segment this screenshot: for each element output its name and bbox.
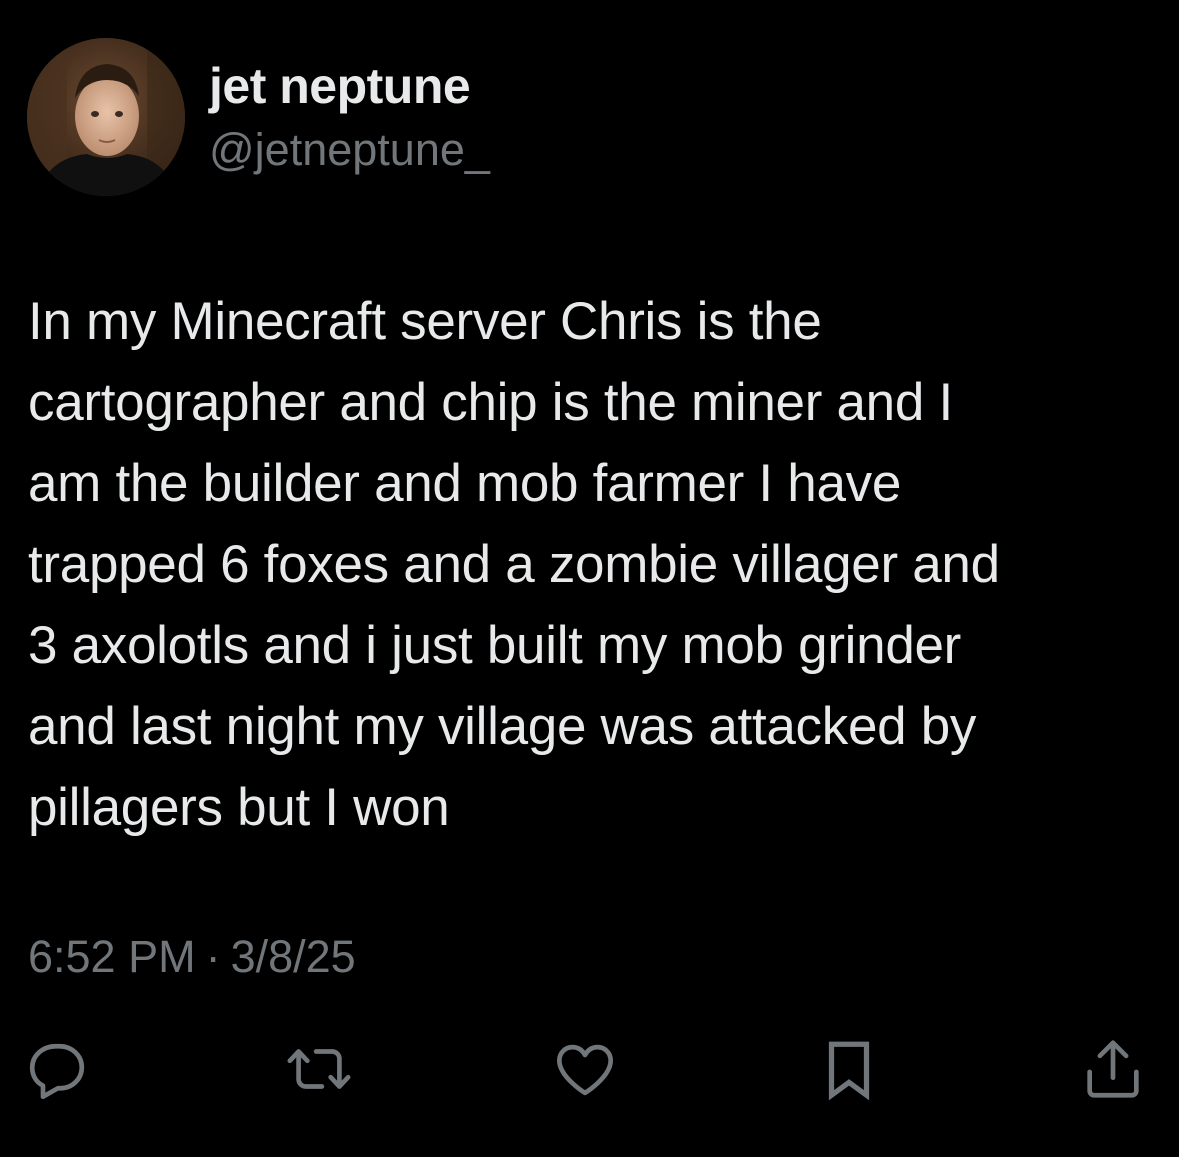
share-icon xyxy=(1087,1040,1139,1098)
tweet-text-line: pillagers but I won xyxy=(28,778,450,837)
tweet-text-line: trapped 6 foxes and a zombie villager an… xyxy=(28,535,1000,594)
tweet-text-line: cartographer and chip is the miner and I xyxy=(28,373,953,432)
tweet-text-line: and last night my village was attacked b… xyxy=(28,697,977,756)
tweet-text-line: am the builder and mob farmer I have xyxy=(28,454,901,513)
tweet-text: In my Minecraft server Chris is the cart… xyxy=(28,281,1158,848)
retweet-button[interactable] xyxy=(284,1034,354,1104)
avatar[interactable] xyxy=(27,38,185,196)
retweet-icon xyxy=(287,1049,351,1089)
display-name[interactable]: jet neptune xyxy=(209,56,471,116)
tweet-timestamp[interactable]: 6:52 PM · 3/8/25 xyxy=(28,927,356,987)
like-button[interactable] xyxy=(550,1034,620,1104)
action-bar xyxy=(0,1030,1179,1110)
like-icon xyxy=(557,1044,613,1096)
bookmark-icon xyxy=(828,1041,870,1101)
user-handle[interactable]: @jetneptune_ xyxy=(209,122,490,178)
tweet-date: 3/8/25 xyxy=(230,931,356,982)
tweet-time: 6:52 PM xyxy=(28,931,196,982)
reply-icon xyxy=(29,1043,85,1100)
meta-separator: · xyxy=(205,931,221,982)
tweet-card: jet neptune @jetneptune_ In my Minecraft… xyxy=(0,0,1179,1157)
bookmark-button[interactable] xyxy=(814,1034,884,1104)
avatar-photo xyxy=(27,38,185,196)
tweet-text-line: 3 axolotls and i just built my mob grind… xyxy=(28,616,962,675)
share-button[interactable] xyxy=(1078,1034,1148,1104)
tweet-text-line: In my Minecraft server Chris is the xyxy=(28,292,822,351)
reply-button[interactable] xyxy=(22,1034,92,1104)
